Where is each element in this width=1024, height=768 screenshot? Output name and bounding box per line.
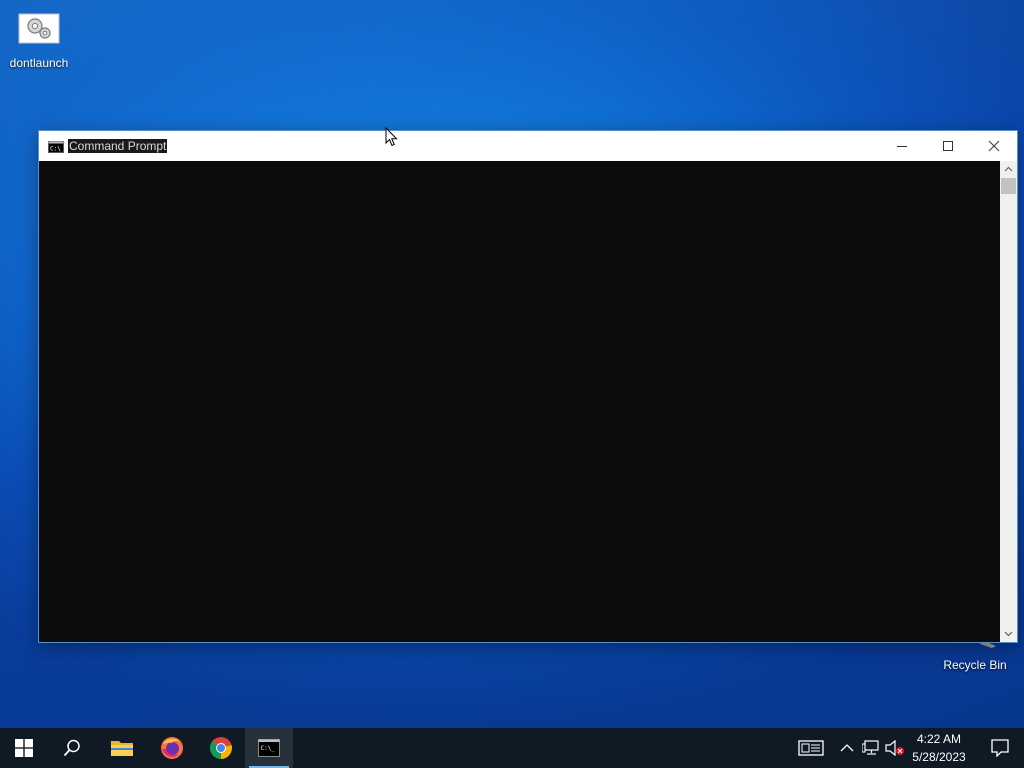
maximize-button[interactable] (925, 131, 971, 161)
search-button[interactable] (48, 728, 96, 768)
scrollbar-thumb[interactable] (1001, 178, 1016, 194)
mouse-cursor-icon (385, 126, 399, 152)
svg-text:C:\_: C:\_ (261, 745, 276, 752)
chevron-up-icon (1004, 166, 1013, 172)
scroll-up-button[interactable] (1000, 161, 1017, 178)
desktop-icon-label: Recycle Bin (943, 658, 1007, 672)
desktop-icon-dontlaunch[interactable]: dontlaunch (1, 12, 77, 70)
chevron-down-icon (1004, 631, 1013, 637)
vertical-scrollbar[interactable] (1000, 161, 1017, 642)
start-button[interactable] (0, 728, 48, 768)
console-output-area[interactable] (39, 161, 1000, 642)
network-button[interactable] (860, 728, 882, 768)
windows-logo-icon (15, 739, 33, 757)
show-hidden-icons-button[interactable] (837, 728, 857, 768)
volume-button[interactable] (884, 728, 906, 768)
chrome-icon (210, 737, 232, 759)
taskbar-firefox[interactable] (148, 728, 196, 768)
news-widget-button[interactable] (795, 728, 827, 768)
search-icon (63, 739, 80, 757)
taskbar-command-prompt[interactable]: C:\_ (245, 728, 293, 768)
command-prompt-window[interactable]: C:\ Command Prompt (38, 130, 1018, 643)
clock-time: 4:22 AM (916, 732, 962, 746)
window-titlebar[interactable]: C:\ Command Prompt (39, 131, 1017, 161)
taskbar-chrome[interactable] (197, 728, 245, 768)
svg-text:C:\: C:\ (50, 146, 61, 153)
folder-icon (111, 741, 133, 756)
minimize-button[interactable] (879, 131, 925, 161)
firefox-icon (161, 737, 183, 759)
desktop: dontlaunch Recycle Bin C:\ Command Promp… (0, 0, 1024, 728)
desktop-icon-label: dontlaunch (9, 56, 69, 70)
action-center-button[interactable] (976, 728, 1024, 768)
network-icon (862, 740, 879, 755)
clock[interactable]: 4:22 AM 5/28/2023 (906, 728, 972, 768)
window-title: Command Prompt (68, 139, 168, 153)
settings-gears-icon (18, 12, 60, 44)
clock-date: 5/28/2023 (912, 750, 966, 764)
notifications-icon (991, 739, 1009, 757)
cmd-app-icon: C:\ (48, 140, 64, 158)
taskbar: C:\_ 4:22 AM 5/28/2023 (0, 728, 1024, 768)
taskbar-file-explorer[interactable] (98, 728, 146, 768)
chevron-up-icon (840, 744, 854, 752)
volume-muted-icon (885, 740, 904, 756)
close-icon (988, 140, 1000, 152)
maximize-icon (943, 141, 953, 151)
scroll-down-button[interactable] (1000, 625, 1017, 642)
news-icon (798, 740, 824, 756)
close-button[interactable] (971, 131, 1017, 161)
cmd-icon: C:\_ (258, 739, 280, 757)
minimize-icon (897, 146, 907, 147)
